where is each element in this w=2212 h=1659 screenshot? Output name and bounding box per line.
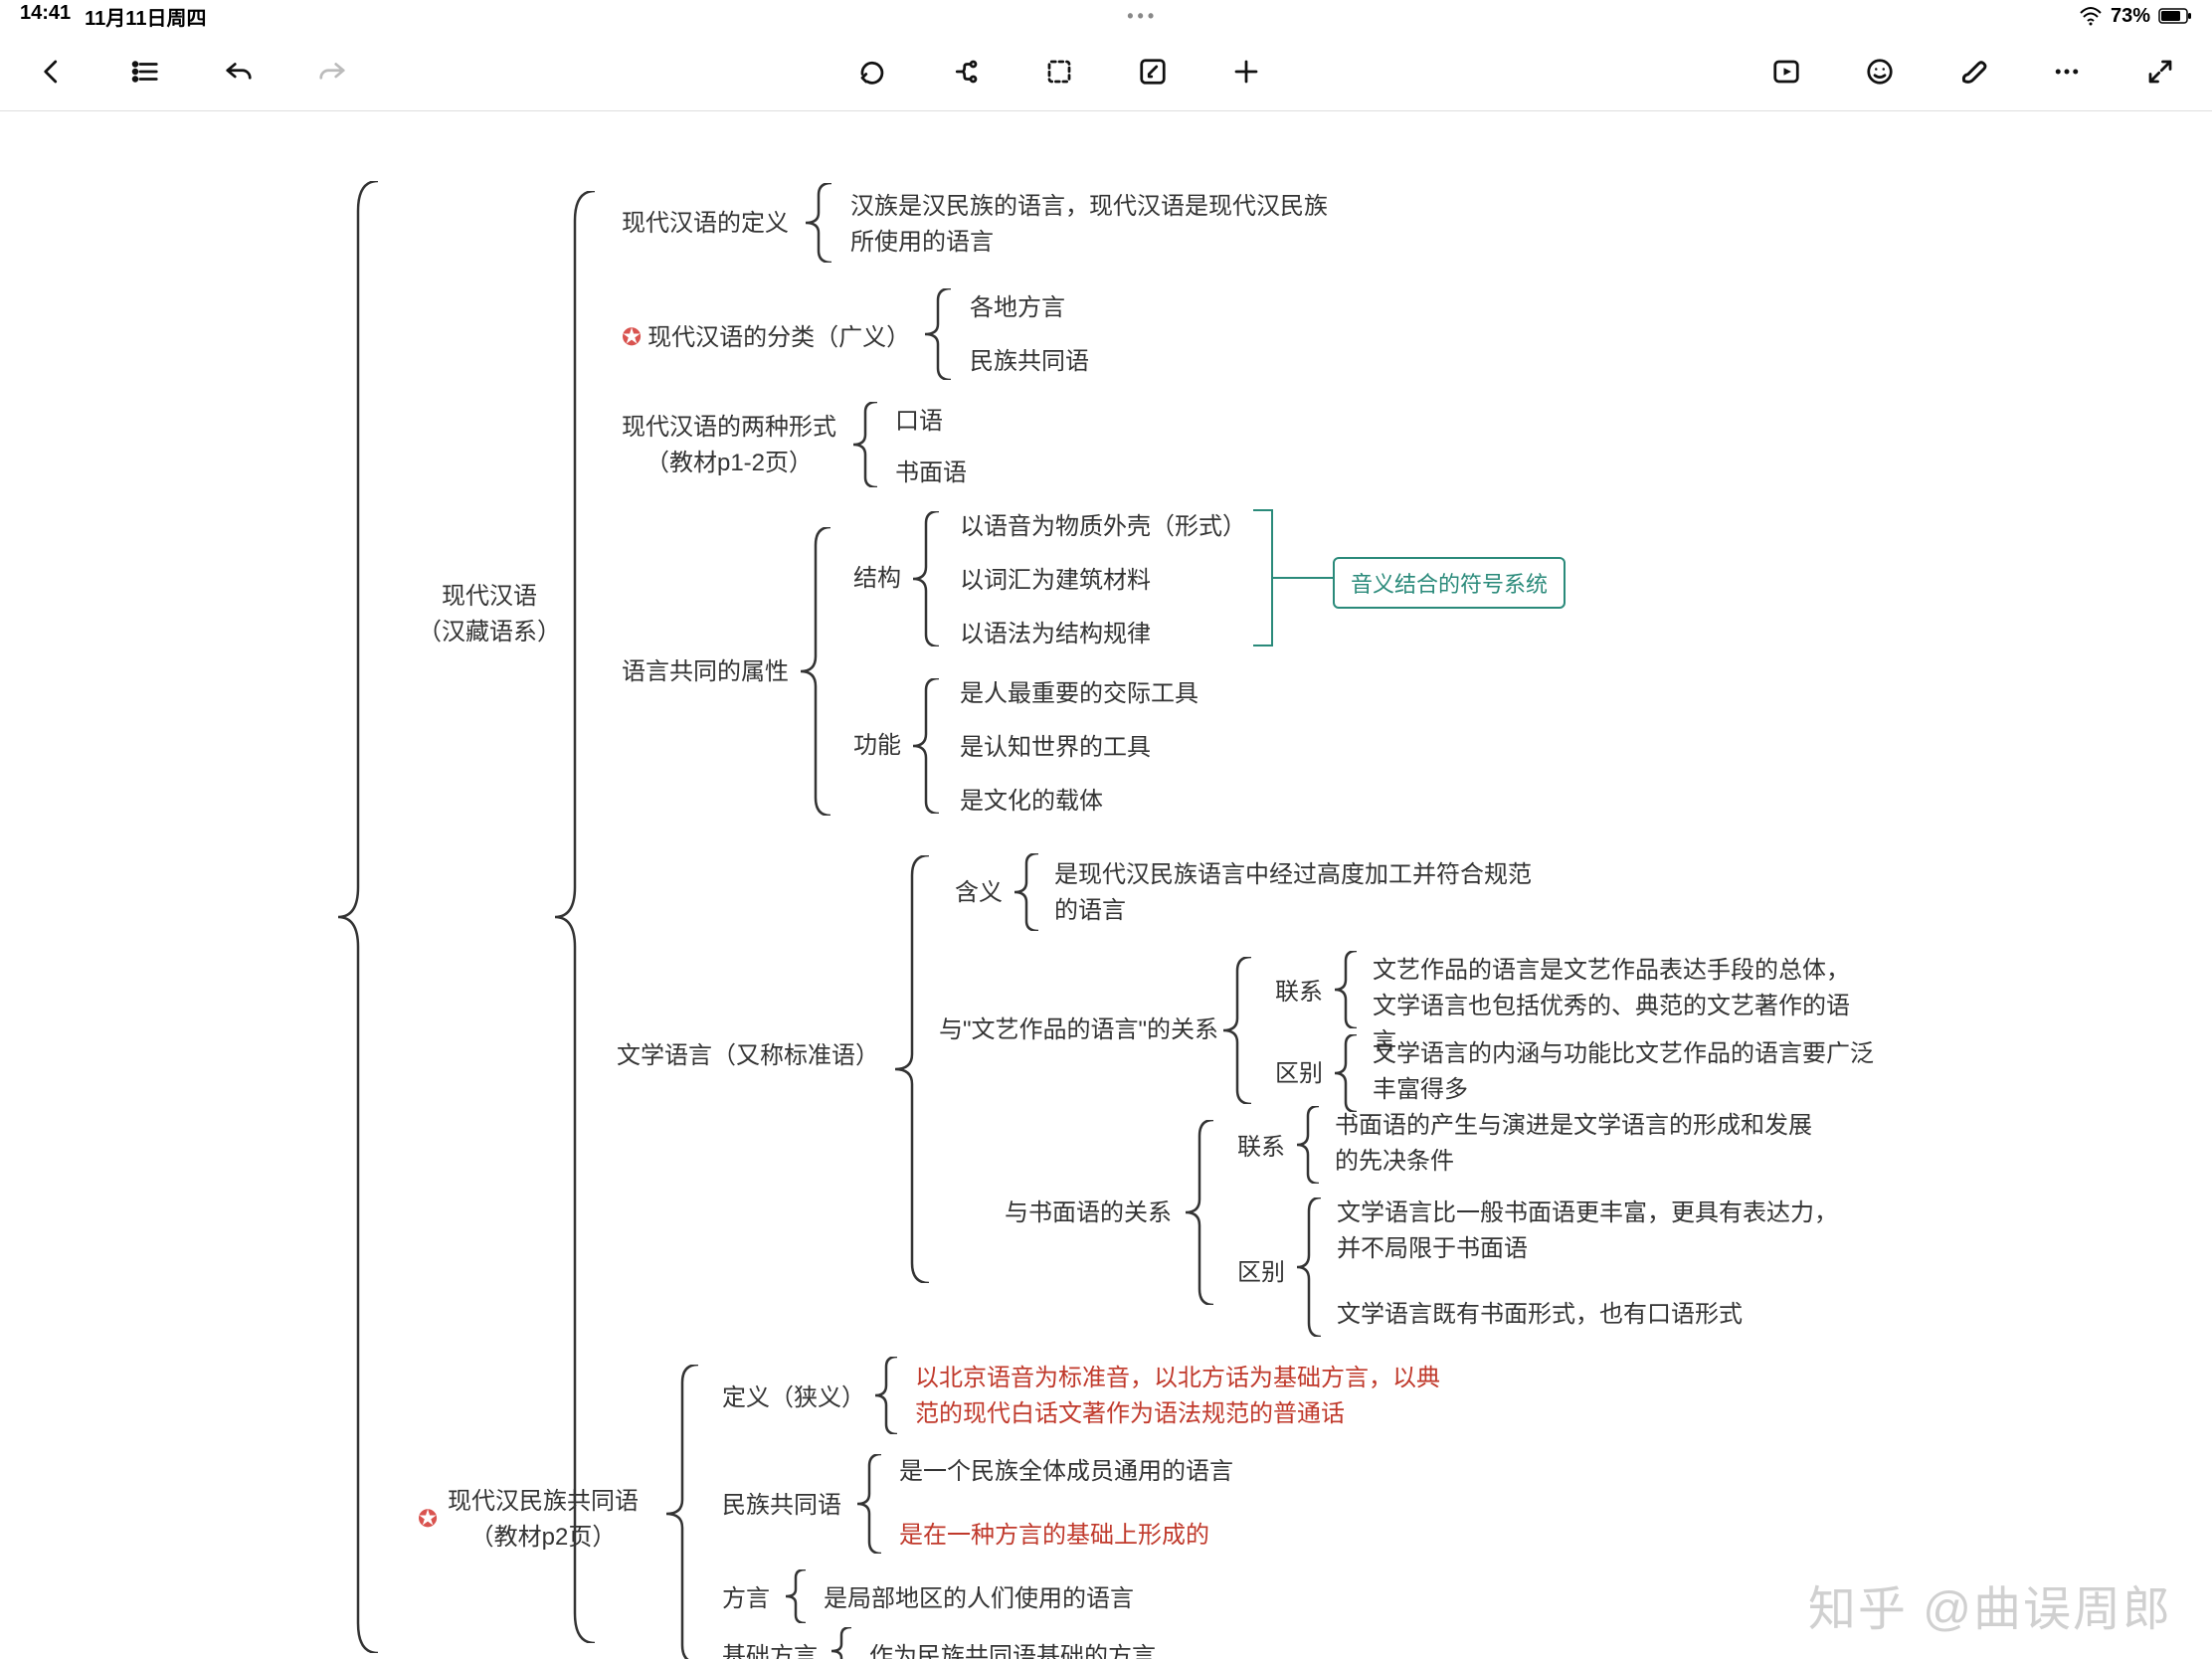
battery-percent: 73% — [2111, 5, 2150, 28]
brace-n5r2d — [1297, 1198, 1321, 1337]
n6-def-label[interactable]: 定义（狭义） — [722, 1381, 865, 1416]
n6-def-desc[interactable]: 以北京语音为标准音，以北方话为基础方言，以典范的现代白话文著作为语法规范的普通话 — [915, 1361, 1452, 1432]
lasso-undo-icon[interactable] — [850, 50, 894, 93]
root-line1: 现代汉语 — [418, 579, 561, 615]
n5-label[interactable]: 文学语言（又称标准语） — [617, 1038, 879, 1074]
n6-label[interactable]: ✪ 现代汉民族共同语 （教材p2页） — [448, 1484, 639, 1556]
star-icon: ✪ — [622, 324, 642, 351]
brace-n4f — [913, 678, 939, 814]
n5-r1-link[interactable]: 联系 — [1275, 975, 1323, 1011]
n4-func[interactable]: 功能 — [853, 728, 901, 764]
brace-root — [338, 181, 378, 1653]
status-date: 11月11日周四 — [85, 2, 206, 31]
n5-r2-link[interactable]: 联系 — [1237, 1130, 1285, 1166]
n5-r1-diff-desc[interactable]: 文学语言的内涵与功能比文艺作品的语言要广泛丰富得多 — [1373, 1036, 1890, 1108]
n3-c2[interactable]: 书面语 — [895, 456, 967, 491]
n4-f3[interactable]: 是文化的载体 — [960, 784, 1103, 820]
n5-m-desc[interactable]: 是现代汉民族语言中经过高度加工并符合规范的语言 — [1054, 857, 1532, 929]
emoji-icon[interactable] — [1858, 50, 1902, 93]
root-line2: （汉藏语系） — [418, 615, 561, 650]
brace-n4s — [913, 511, 939, 646]
ios-grabber: ••• — [206, 6, 2079, 27]
brace-n5 — [895, 855, 929, 1283]
n2-c1[interactable]: 各地方言 — [970, 290, 1065, 326]
brace-n1 — [806, 183, 831, 263]
mindmap-canvas[interactable]: 现代汉语 （汉藏语系） 现代汉语的定义 汉族是汉民族的语言，现代汉语是现代汉民族… — [0, 111, 2212, 1659]
brace-n3 — [853, 402, 877, 487]
n4-s2[interactable]: 以词汇为建筑材料 — [960, 563, 1151, 599]
brace-n5r2 — [1186, 1120, 1213, 1305]
brace-n5m — [1014, 853, 1038, 931]
n5-r2-label[interactable]: 与书面语的关系 — [1005, 1196, 1172, 1231]
redo-icon[interactable] — [310, 50, 354, 93]
n6-dial-label[interactable]: 方言 — [722, 1581, 770, 1617]
n4-s1[interactable]: 以语音为物质外壳（形式） — [960, 509, 1246, 545]
watermark: 知乎 @曲误周郎 — [1808, 1569, 2172, 1639]
annot-connector — [1273, 577, 1333, 579]
n6-base-desc[interactable]: 作为民族共同语基础的方言 — [869, 1639, 1156, 1659]
n2-label[interactable]: ✪现代汉语的分类（广义） — [622, 320, 910, 356]
n5-r1-diff[interactable]: 区别 — [1275, 1056, 1323, 1092]
brace-n6 — [666, 1365, 698, 1659]
n6-com-label[interactable]: 民族共同语 — [722, 1488, 841, 1524]
n3-c1[interactable]: 口语 — [895, 404, 943, 440]
status-bar: 14:41 11月11日周四 ••• 73% — [0, 0, 2212, 32]
brace-n4 — [801, 527, 830, 816]
n6-dial-desc[interactable]: 是局部地区的人们使用的语言 — [824, 1581, 1134, 1617]
n1-label[interactable]: 现代汉语的定义 — [622, 206, 789, 242]
star-icon: ✪ — [418, 1502, 438, 1538]
brace-n6def — [875, 1357, 897, 1434]
n4-s3[interactable]: 以语法为结构规律 — [960, 617, 1151, 652]
n2-c2[interactable]: 民族共同语 — [970, 344, 1089, 380]
n4-label[interactable]: 语言共同的属性 — [622, 654, 789, 690]
n5-r1-label[interactable]: 与"文艺作品的语言"的关系 — [939, 1013, 1218, 1048]
n5-r2-diff-d1[interactable]: 文学语言比一般书面语更丰富，更具有表达力，并不局限于书面语 — [1337, 1196, 1854, 1267]
brace-n6com — [857, 1454, 881, 1554]
brace-n5r1d — [1335, 1034, 1357, 1112]
n4-annot[interactable]: 音义结合的符号系统 — [1333, 557, 1566, 609]
n5-r2-diff[interactable]: 区别 — [1237, 1255, 1285, 1291]
status-time: 14:41 — [20, 2, 71, 31]
more-icon[interactable] — [2045, 50, 2089, 93]
edit-icon[interactable] — [1131, 50, 1175, 93]
marquee-icon[interactable] — [1037, 50, 1081, 93]
wifi-icon — [2079, 6, 2103, 26]
n4-f2[interactable]: 是认知世界的工具 — [960, 730, 1151, 766]
root-node[interactable]: 现代汉语 （汉藏语系） — [418, 579, 561, 650]
undo-icon[interactable] — [217, 50, 261, 93]
toolbar — [0, 32, 2212, 111]
n3-label[interactable]: 现代汉语的两种形式 （教材p1-2页） — [622, 410, 836, 481]
brace-n5r1 — [1223, 957, 1251, 1104]
brace-level1 — [555, 191, 595, 1643]
n1-desc[interactable]: 汉族是汉民族的语言，现代汉语是现代汉民族所使用的语言 — [850, 189, 1328, 261]
brace-n6base — [831, 1627, 851, 1659]
rbracket-annot — [1253, 509, 1273, 646]
add-icon[interactable] — [1224, 50, 1268, 93]
play-icon[interactable] — [1764, 50, 1808, 93]
battery-icon — [2158, 8, 2192, 24]
brace-n5r2l — [1297, 1106, 1319, 1184]
n6-com-c1[interactable]: 是一个民族全体成员通用的语言 — [899, 1454, 1233, 1490]
n4-struct[interactable]: 结构 — [853, 561, 901, 597]
fullscreen-icon[interactable] — [2138, 50, 2182, 93]
outline-icon[interactable] — [123, 50, 167, 93]
brace-n2 — [925, 288, 951, 380]
brace-n6dial — [786, 1569, 806, 1623]
n5-r2-diff-d2[interactable]: 文学语言既有书面形式，也有口语形式 — [1337, 1297, 1743, 1333]
branch-icon[interactable] — [944, 50, 988, 93]
n6-com-c2[interactable]: 是在一种方言的基础上形成的 — [899, 1518, 1209, 1554]
brace-n5r1l — [1335, 951, 1357, 1028]
n6-base-label[interactable]: 基础方言 — [722, 1639, 818, 1659]
back-icon[interactable] — [30, 50, 74, 93]
n5-r2-link-desc[interactable]: 书面语的产生与演进是文学语言的形成和发展的先决条件 — [1335, 1108, 1832, 1180]
n5-m-label[interactable]: 含义 — [955, 875, 1003, 911]
n4-f1[interactable]: 是人最重要的交际工具 — [960, 676, 1198, 712]
brush-icon[interactable] — [1951, 50, 1995, 93]
